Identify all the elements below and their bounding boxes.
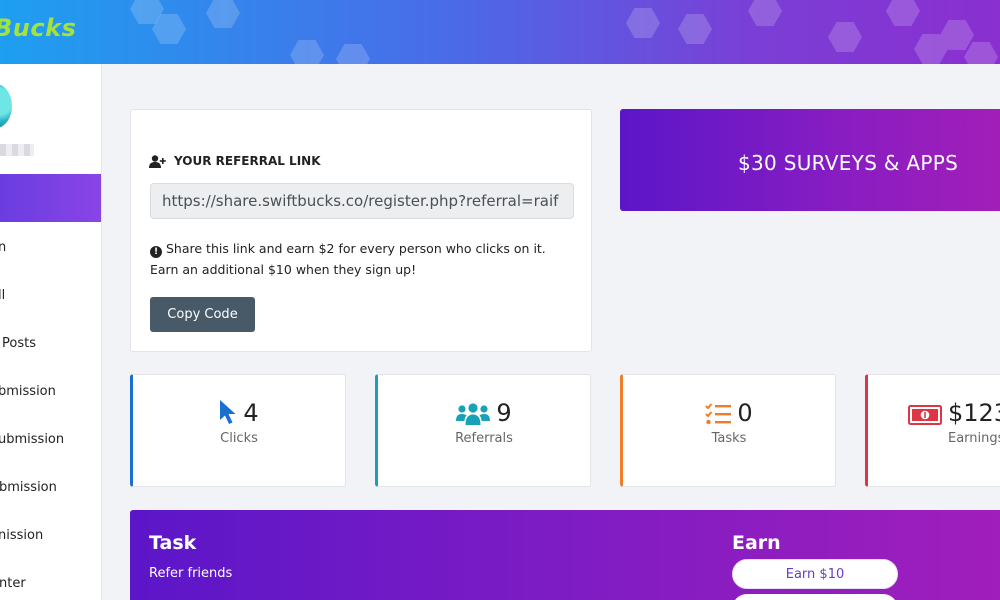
stat-value-tasks: 0: [623, 399, 835, 427]
stat-card-referrals: 9 Referrals: [375, 374, 591, 487]
sidebar-item-6[interactable]: bmission: [0, 474, 101, 504]
task-subtitle: Refer friends: [149, 566, 233, 581]
earn-button-secondary[interactable]: [732, 594, 898, 600]
users-icon: [456, 403, 491, 425]
sidebar-item-8[interactable]: nter: [0, 570, 101, 600]
referral-note-line1: Share this link and earn $2 for every pe…: [166, 241, 546, 256]
stat-label-clicks: Clicks: [220, 431, 258, 446]
referral-card: YOUR REFERRAL LINK https://share.swiftbu…: [130, 109, 592, 352]
stat-label-tasks: Tasks: [711, 431, 747, 446]
hex-decoration: [964, 42, 998, 64]
top-header: Bucks: [0, 0, 1000, 64]
copy-code-button[interactable]: Copy Code: [150, 297, 255, 332]
user-plus-icon: [149, 154, 166, 168]
tasks-icon: [705, 403, 732, 425]
stat-label-earnings: Earnings: [948, 431, 1000, 446]
hex-decoration: [206, 0, 240, 28]
cursor-icon: [220, 400, 236, 424]
referral-title: YOUR REFERRAL LINK: [149, 154, 321, 168]
sidebar-item-label: bmission: [0, 384, 56, 399]
referral-link-field[interactable]: https://share.swiftbucks.co/register.php…: [150, 183, 574, 219]
stat-card-earnings: $123 Earnings: [865, 374, 1000, 487]
hex-decoration: [336, 44, 370, 64]
earn-button[interactable]: Earn $10: [732, 559, 898, 589]
task-title: Task: [149, 532, 197, 554]
stat-label-referrals: Referrals: [455, 431, 513, 446]
stat-value-earnings: $123: [908, 399, 1000, 427]
sidebar-item-4[interactable]: bmission: [0, 378, 101, 408]
sidebar-item-label: nission: [0, 528, 44, 543]
sidebar-item-label: bmission: [0, 480, 57, 495]
hex-decoration: [828, 22, 862, 52]
surveys-apps-banner[interactable]: $30 SURVEYS & APPS: [620, 109, 1000, 211]
sidebar-item-label: Posts: [2, 336, 36, 351]
sidebar-item-5[interactable]: ubmission: [0, 426, 101, 456]
sidebar-item-label: nter: [0, 576, 26, 591]
money-icon: [908, 405, 942, 425]
sidebar-item-7[interactable]: nission: [0, 522, 101, 552]
hex-decoration: [748, 0, 782, 26]
task-banner: Task Refer friends Earn Earn $10: [130, 510, 1000, 600]
stat-card-clicks: 4 Clicks: [130, 374, 346, 487]
stat-card-tasks: 0 Tasks: [620, 374, 836, 487]
sidebar-item-1[interactable]: n: [0, 234, 101, 264]
hex-decoration: [886, 0, 920, 26]
app-logo[interactable]: Bucks: [0, 14, 76, 42]
username-blurred: [0, 144, 34, 156]
referral-title-text: YOUR REFERRAL LINK: [174, 154, 321, 168]
info-icon: !: [150, 246, 162, 258]
sidebar: n ll Posts bmission ubmission bmission n…: [0, 64, 102, 600]
stat-value-clicks: 4: [133, 399, 345, 427]
referral-note: ! Share this link and earn $2 for every p…: [150, 238, 580, 280]
hex-decoration: [290, 40, 324, 64]
hex-decoration: [678, 14, 712, 44]
surveys-apps-label: $30 SURVEYS & APPS: [738, 151, 959, 175]
earn-title: Earn: [732, 532, 781, 554]
sidebar-item-label: ubmission: [0, 432, 65, 447]
referral-note-line2: Earn an additional $10 when they sign up…: [150, 262, 417, 277]
sidebar-item-label: ll: [0, 288, 6, 303]
avatar[interactable]: [0, 84, 12, 128]
hex-decoration: [626, 8, 660, 38]
sidebar-item-2[interactable]: ll: [0, 282, 101, 312]
sidebar-item-label: n: [0, 240, 6, 255]
sidebar-item-active[interactable]: [0, 174, 101, 222]
stat-value-referrals: 9: [378, 399, 590, 427]
sidebar-item-3[interactable]: Posts: [0, 330, 101, 360]
